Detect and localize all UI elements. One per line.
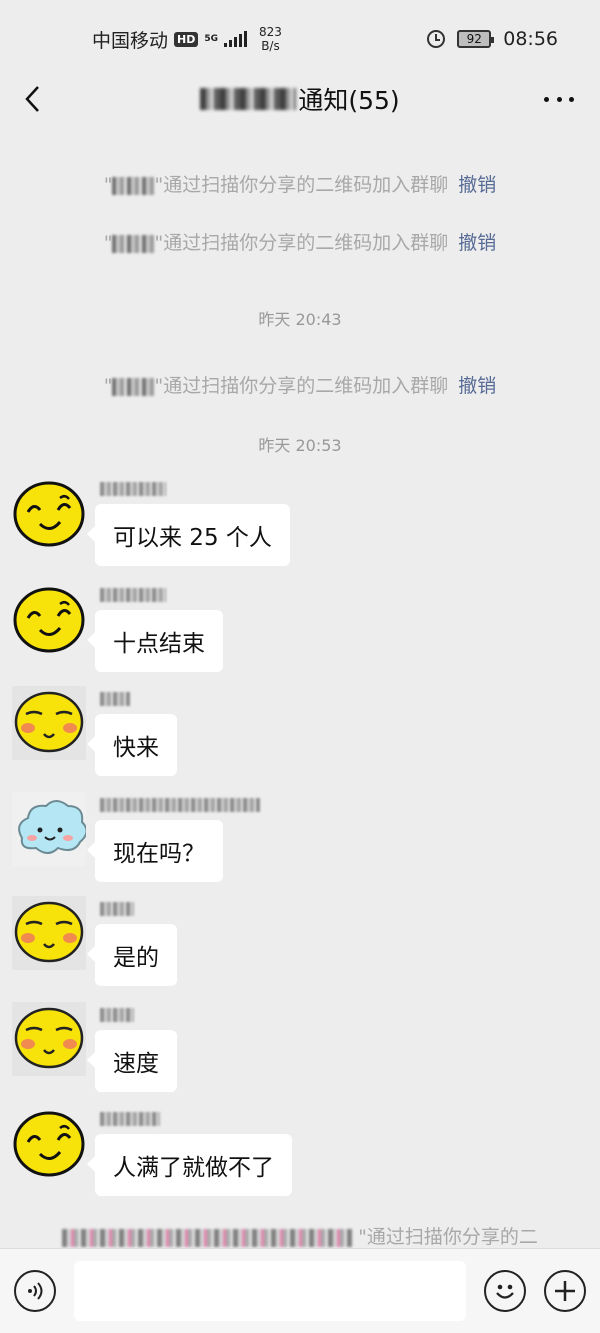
blurred-sender-name — [100, 1008, 134, 1022]
blurred-member-name — [112, 377, 155, 396]
message-bubble[interactable]: 速度 — [87, 1030, 177, 1092]
input-bar — [0, 1248, 600, 1333]
message-bubble[interactable]: 是的 — [87, 924, 177, 986]
chat-message: 速度 — [0, 1002, 600, 1102]
blurred-sender-name — [100, 902, 134, 916]
chat-message: 快来 — [0, 686, 600, 786]
blurred-member-name — [112, 234, 155, 253]
plus-icon — [555, 1281, 575, 1301]
timestamp: 昨天 20:43 — [258, 310, 342, 329]
cloud-face-icon[interactable] — [12, 792, 86, 866]
smiley-icon[interactable] — [12, 1106, 86, 1180]
message-input[interactable] — [74, 1261, 466, 1321]
alarm-icon — [427, 30, 446, 48]
chat-header: 通知(55) — [0, 78, 600, 120]
network-speed: 823 B/s — [259, 25, 282, 53]
more-options-button[interactable] — [544, 86, 574, 112]
message-bubble[interactable]: 人满了就做不了 — [87, 1134, 292, 1196]
chat-message: 可以来 25 个人 — [0, 476, 600, 576]
revoke-link[interactable]: 撤销 — [458, 232, 496, 254]
revoke-link[interactable]: 撤销 — [458, 375, 496, 397]
message-bubble[interactable]: 可以来 25 个人 — [87, 504, 290, 566]
voice-input-button[interactable] — [14, 1270, 56, 1312]
clipped-system-row — [0, 124, 600, 134]
chat-message: 是的 — [0, 896, 600, 996]
system-message: " "通过扫描你分享的二维码加入群聊 撤销 — [103, 174, 497, 196]
message-bubble[interactable]: 快来 — [87, 714, 177, 776]
more-dots-icon — [544, 96, 549, 102]
hd-icon: HD — [174, 31, 199, 47]
blurred-sender-name — [100, 588, 166, 602]
blurred-sender-name — [100, 798, 260, 812]
chat-title-text: 通知(55) — [298, 86, 400, 115]
back-arrow-icon — [25, 86, 39, 112]
back-button[interactable] — [18, 84, 48, 114]
smiley-icon[interactable] — [12, 582, 86, 656]
system-message-partial: "通过扫描你分享的二 — [0, 1222, 600, 1249]
voice-icon — [28, 1282, 43, 1300]
blush-face-icon[interactable] — [12, 1002, 86, 1076]
blush-face-icon[interactable] — [12, 896, 86, 970]
timestamp: 昨天 20:53 — [258, 436, 342, 455]
message-bubble[interactable]: 十点结束 — [87, 610, 223, 672]
chat-message: 现在吗？ — [0, 792, 600, 892]
blurred-member-name — [112, 176, 155, 195]
emoji-button[interactable] — [484, 1270, 526, 1312]
chat-title: 通知(55) — [200, 81, 400, 117]
blurred-sender-name — [100, 482, 166, 496]
blurred-member-name — [62, 1228, 353, 1247]
signal-icon — [224, 31, 248, 47]
blurred-group-name — [200, 88, 297, 110]
more-actions-button[interactable] — [544, 1270, 586, 1312]
network-5g-icon: 5G — [204, 33, 219, 44]
blurred-sender-name — [100, 1112, 160, 1126]
system-message: " "通过扫描你分享的二维码加入群聊 撤销 — [103, 232, 497, 254]
smiley-icon[interactable] — [12, 476, 86, 550]
message-bubble[interactable]: 现在吗？ — [87, 820, 223, 882]
chat-message: 十点结束 — [0, 582, 600, 682]
revoke-link[interactable]: 撤销 — [458, 174, 496, 196]
carrier-label: 中国移动 — [92, 29, 169, 52]
emoji-icon — [496, 1284, 514, 1299]
status-time: 08:56 — [503, 28, 558, 50]
battery-icon: 92 — [457, 30, 495, 48]
chat-message: 人满了就做不了 — [0, 1106, 600, 1206]
blurred-sender-name — [100, 692, 130, 706]
system-message: " "通过扫描你分享的二维码加入群聊 撤销 — [103, 375, 497, 397]
status-bar: 中国移动 HD 5G 823 B/s 92 08:56 — [0, 0, 600, 78]
blush-face-icon[interactable] — [12, 686, 86, 760]
